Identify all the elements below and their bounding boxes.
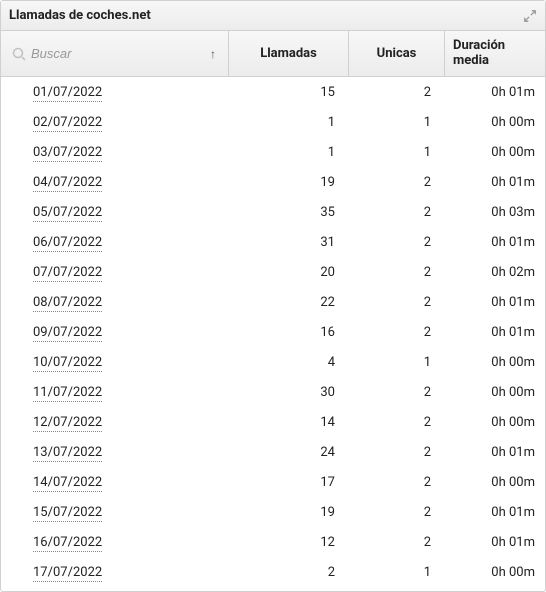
table-row: 06/07/20223120h 01m [1,227,545,257]
cell-duracion: 0h 01m [445,175,545,190]
table-row: 12/07/20221420h 00m [1,407,545,437]
table-row: 09/07/20221620h 01m [1,317,545,347]
cell-duracion: 0h 01m [445,445,545,460]
cell-duracion: 0h 01m [445,235,545,250]
header-search-cell: ↑ [1,31,229,76]
search-icon [11,46,27,62]
cell-llamadas: 19 [229,175,349,190]
cell-llamadas: 19 [229,505,349,520]
cell-unicas: 2 [349,505,445,520]
cell-llamadas: 4 [229,355,349,370]
cell-duracion: 0h 01m [445,535,545,550]
panel: Llamadas de coches.net ↑ Llamadas Unicas… [0,0,546,592]
cell-duracion: 0h 00m [445,415,545,430]
cell-unicas: 2 [349,295,445,310]
cell-duracion: 0h 00m [445,115,545,130]
table-row: 01/07/20221520h 01m [1,77,545,107]
cell-unicas: 2 [349,385,445,400]
cell-date[interactable]: 09/07/2022 [1,325,229,340]
cell-date[interactable]: 01/07/2022 [1,85,229,100]
cell-duracion: 0h 00m [445,145,545,160]
table-body[interactable]: 01/07/20221520h 01m02/07/2022110h 00m03/… [1,77,545,591]
table-row: 16/07/20221220h 01m [1,527,545,557]
cell-duracion: 0h 00m [445,355,545,370]
table-row: 11/07/20223020h 00m [1,377,545,407]
table-row: 04/07/20221920h 01m [1,167,545,197]
cell-duracion: 0h 00m [445,565,545,580]
cell-date[interactable]: 12/07/2022 [1,415,229,430]
cell-llamadas: 1 [229,145,349,160]
cell-duracion: 0h 02m [445,265,545,280]
cell-llamadas: 15 [229,85,349,100]
sort-asc-icon[interactable]: ↑ [210,47,218,61]
header-llamadas[interactable]: Llamadas [229,31,349,76]
cell-duracion: 0h 00m [445,385,545,400]
cell-date[interactable]: 05/07/2022 [1,205,229,220]
cell-date[interactable]: 10/07/2022 [1,355,229,370]
cell-unicas: 2 [349,235,445,250]
cell-duracion: 0h 03m [445,205,545,220]
cell-date[interactable]: 08/07/2022 [1,295,229,310]
panel-title: Llamadas de coches.net [9,8,523,23]
cell-unicas: 2 [349,535,445,550]
table-row: 10/07/2022410h 00m [1,347,545,377]
cell-unicas: 2 [349,445,445,460]
table-row: 15/07/20221920h 01m [1,497,545,527]
titlebar: Llamadas de coches.net [1,1,545,31]
cell-llamadas: 24 [229,445,349,460]
cell-unicas: 2 [349,265,445,280]
cell-duracion: 0h 01m [445,295,545,310]
cell-duracion: 0h 01m [445,85,545,100]
cell-unicas: 1 [349,145,445,160]
cell-duracion: 0h 00m [445,475,545,490]
cell-unicas: 2 [349,325,445,340]
cell-llamadas: 1 [229,115,349,130]
cell-llamadas: 2 [229,565,349,580]
cell-unicas: 2 [349,415,445,430]
cell-unicas: 2 [349,475,445,490]
cell-duracion: 0h 01m [445,325,545,340]
cell-unicas: 2 [349,175,445,190]
table-row: 08/07/20222220h 01m [1,287,545,317]
expand-icon[interactable] [523,9,537,23]
cell-llamadas: 14 [229,415,349,430]
cell-llamadas: 17 [229,475,349,490]
cell-date[interactable]: 17/07/2022 [1,565,229,580]
table-row: 05/07/20223520h 03m [1,197,545,227]
header-duracion[interactable]: Duración media [445,31,545,76]
cell-date[interactable]: 02/07/2022 [1,115,229,130]
table-row: 17/07/2022210h 00m [1,557,545,587]
cell-unicas: 2 [349,85,445,100]
cell-unicas: 1 [349,565,445,580]
cell-date[interactable]: 04/07/2022 [1,175,229,190]
cell-llamadas: 31 [229,235,349,250]
cell-date[interactable]: 07/07/2022 [1,265,229,280]
cell-date[interactable]: 03/07/2022 [1,145,229,160]
table-row: 07/07/20222020h 02m [1,257,545,287]
cell-llamadas: 30 [229,385,349,400]
table-row: 02/07/2022110h 00m [1,107,545,137]
cell-unicas: 2 [349,205,445,220]
cell-unicas: 1 [349,115,445,130]
cell-date[interactable]: 15/07/2022 [1,505,229,520]
cell-duracion: 0h 01m [445,505,545,520]
table-header: ↑ Llamadas Unicas Duración media [1,31,545,77]
cell-llamadas: 22 [229,295,349,310]
cell-date[interactable]: 06/07/2022 [1,235,229,250]
cell-unicas: 1 [349,355,445,370]
cell-date[interactable]: 16/07/2022 [1,535,229,550]
table-row: 14/07/20221720h 00m [1,467,545,497]
header-unicas[interactable]: Unicas [349,31,445,76]
cell-llamadas: 16 [229,325,349,340]
table-row: 03/07/2022110h 00m [1,137,545,167]
search-input[interactable] [31,46,210,61]
cell-llamadas: 20 [229,265,349,280]
cell-llamadas: 12 [229,535,349,550]
table-row: 13/07/20222420h 01m [1,437,545,467]
cell-date[interactable]: 13/07/2022 [1,445,229,460]
search-wrap [11,46,210,62]
cell-llamadas: 35 [229,205,349,220]
cell-date[interactable]: 11/07/2022 [1,385,229,400]
cell-date[interactable]: 14/07/2022 [1,475,229,490]
